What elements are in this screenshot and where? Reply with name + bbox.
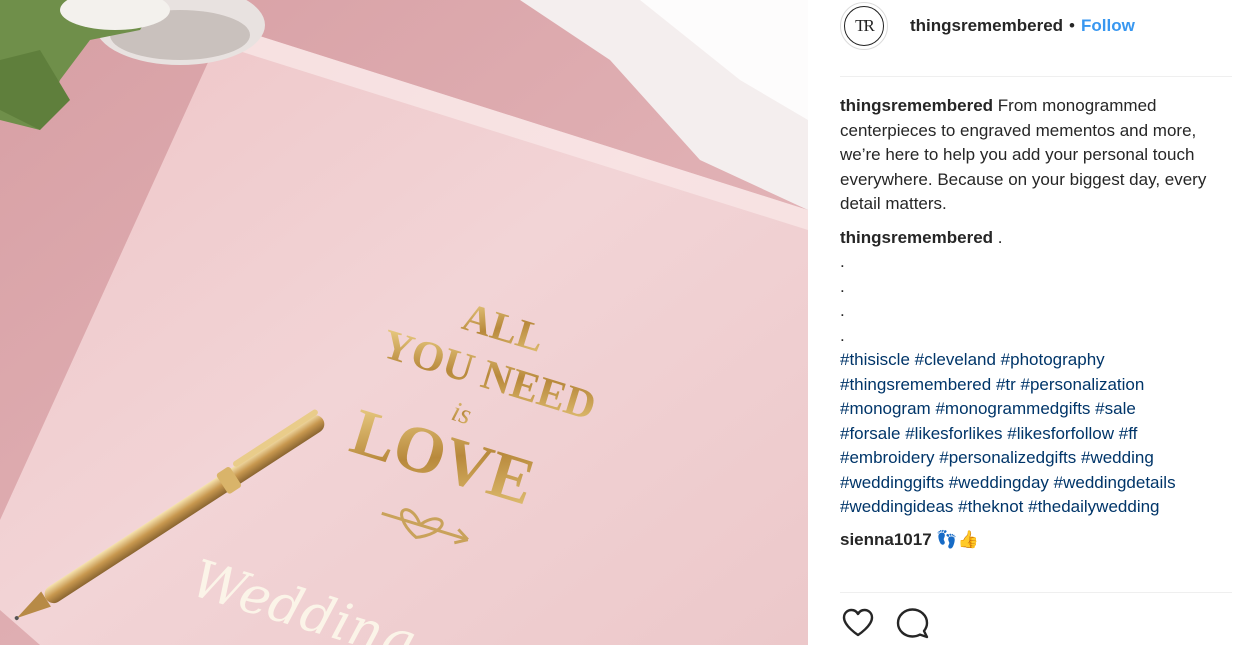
hashtag-link[interactable]: #photography (1001, 350, 1105, 369)
hashtag-link[interactable]: #monogram (840, 399, 931, 418)
hashtag-block: #thisiscle #cleveland #photography #thin… (840, 348, 1232, 520)
comment-text: 👣👍 (936, 529, 979, 549)
hashtag-link[interactable]: #thisiscle (840, 350, 910, 369)
hashtag-link[interactable]: #cleveland (915, 350, 996, 369)
hashtag-link[interactable]: #ff (1119, 424, 1138, 443)
comment-dot-line: . (840, 325, 845, 345)
action-bar (840, 592, 1232, 646)
hashtag-link[interactable]: #forsale (840, 424, 900, 443)
comment-item: thingsremembered . . . . . #thisiscle #c… (840, 226, 1232, 520)
hashtag-link[interactable]: #weddinggifts (840, 473, 944, 492)
comment-first-dot: . (997, 227, 1003, 247)
hashtag-link[interactable]: #wedding (1081, 448, 1154, 467)
caption: thingsremembered From monogrammed center… (840, 94, 1232, 217)
comment-dot-line: . (840, 252, 845, 271)
speech-bubble-icon (896, 608, 929, 639)
hashtag-link[interactable]: #theknot (958, 497, 1023, 516)
avatar[interactable]: TR (840, 2, 888, 50)
hashtag-line: #forsale #likesforlikes #likesforfollow … (840, 422, 1232, 447)
comment-dot-line: . (840, 301, 845, 320)
post-side-panel: TR thingsremembered • Follow thingsremembe… (808, 0, 1244, 645)
hashtag-line: #embroidery #personalizedgifts #wedding (840, 446, 1232, 471)
hashtag-link[interactable]: #weddingday (949, 473, 1049, 492)
avatar-monogram: TR (844, 6, 884, 46)
comment-item: sienna1017 👣👍 (840, 528, 1232, 553)
hashtag-link[interactable]: #likesforfollow (1007, 424, 1114, 443)
comment-username[interactable]: thingsremembered (840, 228, 993, 247)
like-button[interactable] (840, 605, 876, 641)
hashtag-line: #weddingideas #theknot #thedailywedding (840, 495, 1232, 520)
hashtag-link[interactable]: #monogrammedgifts (935, 399, 1090, 418)
header-text: thingsremembered • Follow (910, 16, 1135, 36)
follow-button[interactable]: Follow (1081, 16, 1135, 35)
post-photo-art: ALL YOU NEED is LOVE Wedding (0, 0, 808, 645)
hashtag-line: #weddinggifts #weddingday #weddingdetail… (840, 471, 1232, 496)
heart-outline-icon (842, 608, 874, 637)
post-header: TR thingsremembered • Follow (840, 0, 1232, 77)
header-username[interactable]: thingsremembered (910, 16, 1063, 35)
hashtag-link[interactable]: #likesforlikes (905, 424, 1002, 443)
caption-username[interactable]: thingsremembered (840, 96, 993, 115)
hashtag-line: #monogram #monogrammedgifts #sale (840, 397, 1232, 422)
hashtag-link[interactable]: #thingsremembered (840, 375, 991, 394)
hashtag-link[interactable]: #personalization (1021, 375, 1145, 394)
post-image[interactable]: ALL YOU NEED is LOVE Wedding (0, 0, 808, 645)
header-separator: • (1069, 16, 1075, 35)
hashtag-link[interactable]: #sale (1095, 399, 1136, 418)
hashtag-link[interactable]: #weddingideas (840, 497, 953, 516)
comment-username[interactable]: sienna1017 (840, 530, 932, 549)
hashtag-line: #thingsremembered #tr #personalization (840, 373, 1232, 398)
hashtag-line: #thisiscle #cleveland #photography (840, 348, 1232, 373)
hashtag-link[interactable]: #personalizedgifts (939, 448, 1076, 467)
comment-button[interactable] (894, 605, 930, 641)
comment-dot-line: . (840, 276, 845, 296)
hashtag-link[interactable]: #embroidery (840, 448, 935, 467)
hashtag-link[interactable]: #tr (996, 375, 1016, 394)
hashtag-link[interactable]: #thedailywedding (1028, 497, 1159, 516)
hashtag-link[interactable]: #weddingdetails (1054, 473, 1176, 492)
comments-list: thingsremembered From monogrammed center… (840, 94, 1232, 552)
